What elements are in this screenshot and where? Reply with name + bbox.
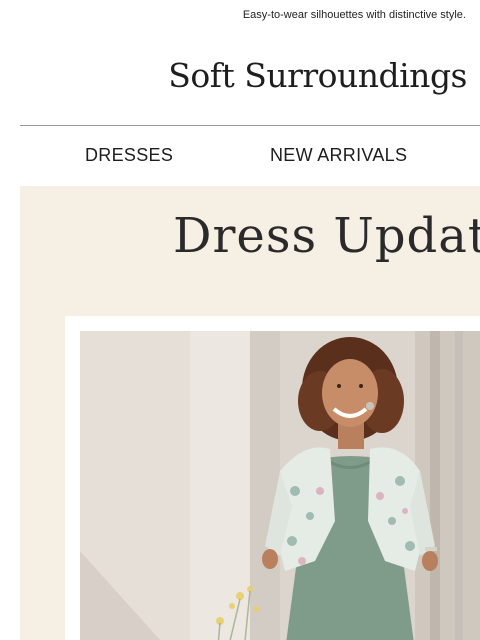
woman-in-floral-cardigan-photo [80, 331, 480, 640]
brand-logo[interactable]: Soft Surroundings [168, 56, 467, 95]
hero-photo-frame [65, 316, 480, 640]
header-divider [20, 125, 480, 126]
nav-item-dresses[interactable]: DRESSES [85, 145, 173, 166]
hero-banner[interactable]: Dress Update [20, 186, 480, 640]
main-nav: DRESSES NEW ARRIVALS [0, 145, 480, 169]
nav-item-new-arrivals[interactable]: NEW ARRIVALS [270, 145, 407, 166]
hero-photo[interactable] [80, 331, 480, 640]
hero-title: Dress Update [173, 208, 480, 264]
preheader-text: Easy-to-wear silhouettes with distinctiv… [242, 9, 466, 21]
